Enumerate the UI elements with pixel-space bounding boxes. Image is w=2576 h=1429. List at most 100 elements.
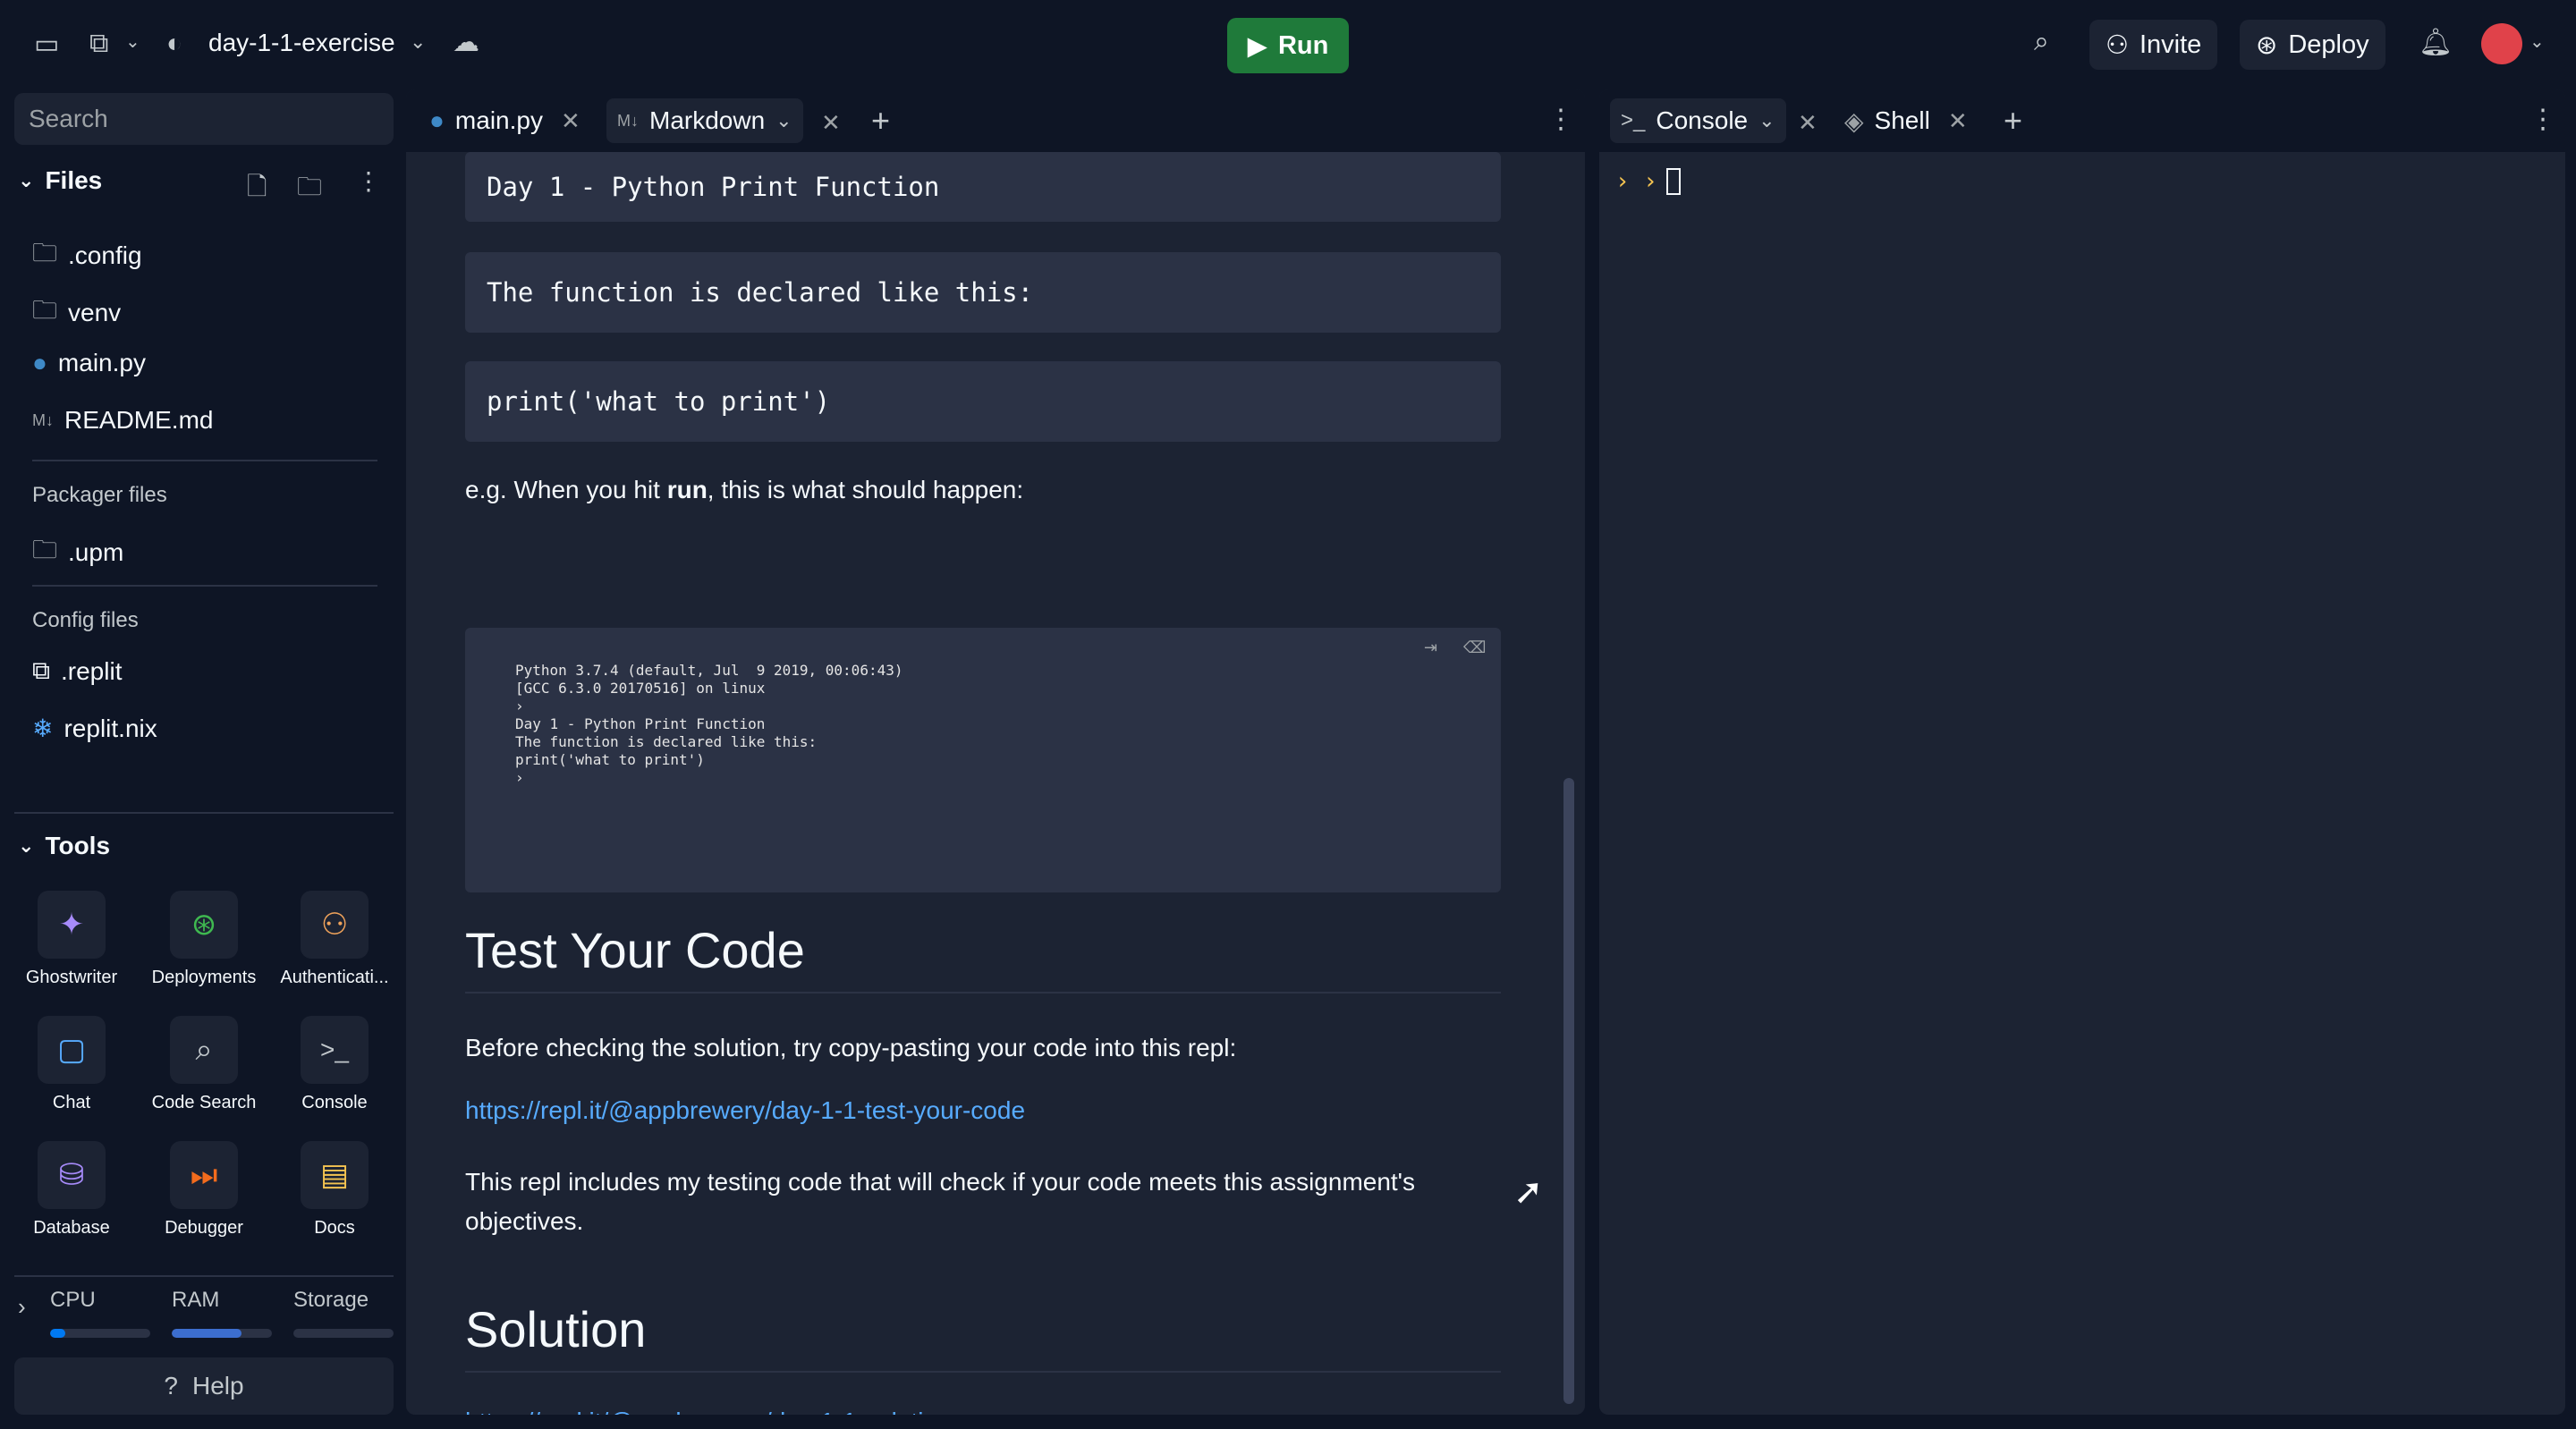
tab-label: main.py <box>454 106 543 134</box>
tool-debugger[interactable]: ⏭ Debugger <box>138 1141 270 1239</box>
tool-code-search[interactable]: ⌕ Code Search <box>138 1016 270 1113</box>
paragraph: Before checking the solution, try copy-p… <box>465 1034 1237 1061</box>
help-button[interactable]: ? Help <box>14 1357 394 1415</box>
code-block: print('what to print') <box>465 361 1501 442</box>
ram-meter <box>172 1329 272 1338</box>
ghostwriter-icon: ✦ <box>38 891 106 959</box>
more-options-icon[interactable]: ⋮ <box>2529 104 2556 135</box>
example-prefix: e.g. When you hit <box>465 476 667 503</box>
bell-icon[interactable]: 🔔︎ <box>2419 27 2453 58</box>
tab-label: Shell <box>1874 106 1930 134</box>
markdown-preview: Day 1 - Python Print Function The functi… <box>406 152 1569 1415</box>
more-options-icon[interactable]: ⋮ <box>1547 104 1574 135</box>
add-tab-icon[interactable]: + <box>871 102 890 140</box>
tool-label: Chat <box>52 1093 91 1112</box>
chevron-down-icon: ⌄ <box>18 169 35 191</box>
replit-logo-icon[interactable]: ⧉ <box>89 29 108 59</box>
tool-ghostwriter[interactable]: ✦ Ghostwriter <box>5 891 138 988</box>
solution-link[interactable]: https://repl.it/@appbrewery/day-1-1-solu… <box>465 1408 952 1415</box>
deploy-icon: ⊛ <box>2256 30 2278 60</box>
tab-label: Console <box>1656 106 1749 134</box>
invite-button[interactable]: ⚇ Invite <box>2089 20 2218 70</box>
auth-icon: ⚇ <box>301 891 369 959</box>
close-icon[interactable]: ✕ <box>1798 109 1818 137</box>
code-block: Day 1 - Python Print Function <box>465 152 1501 222</box>
search-input[interactable]: Search <box>14 93 394 145</box>
tools-header[interactable]: ⌄ Tools <box>18 832 110 860</box>
close-icon[interactable]: ✕ <box>1948 107 1968 135</box>
chevron-down-icon[interactable]: ⌄ <box>125 30 140 53</box>
tool-docs[interactable]: ▤ Docs <box>268 1141 401 1239</box>
chevron-down-icon[interactable]: ⌄ <box>1758 109 1775 132</box>
mouse-cursor-icon: ➚ <box>1513 1172 1544 1212</box>
project-name[interactable]: day-1-1-exercise <box>208 29 395 57</box>
file-readme[interactable]: M↓ README.md <box>32 406 213 435</box>
avatar[interactable] <box>2481 23 2522 64</box>
cloud-sync-icon[interactable]: ☁ <box>453 27 479 58</box>
config-files-label: Config files <box>32 608 139 632</box>
file-replit[interactable]: ⧉ .replit <box>32 656 122 686</box>
markdown-icon: M↓ <box>617 111 639 130</box>
test-code-link[interactable]: https://repl.it/@appbrewery/day-1-1-test… <box>465 1096 1025 1125</box>
play-icon: ▶ <box>1247 31 1267 61</box>
project-chevron-icon[interactable]: ⌄ <box>410 30 426 54</box>
tab-console[interactable]: >_ Console ⌄ <box>1610 98 1786 143</box>
heading-solution: Solution <box>465 1300 1501 1373</box>
tool-label: Deployments <box>151 968 257 987</box>
code-block: The function is declared like this: <box>465 252 1501 333</box>
cpu-meter <box>50 1329 150 1338</box>
project-icon: ◐ <box>166 29 183 58</box>
file-config[interactable]: 🗀︎ .config <box>32 234 142 277</box>
search-icon[interactable]: ⌕ <box>2034 27 2049 57</box>
console-icon: >_ <box>301 1016 369 1084</box>
cpu-label: CPU <box>50 1288 96 1312</box>
text-cursor <box>1665 168 1681 195</box>
tool-deployments[interactable]: ⊛ Deployments <box>138 891 270 988</box>
python-icon: ● <box>429 106 445 134</box>
close-icon[interactable]: ✕ <box>561 107 580 135</box>
file-venv[interactable]: 🗀︎ venv <box>32 292 121 334</box>
chevron-down-icon[interactable]: ⌄ <box>775 109 792 132</box>
add-tab-icon[interactable]: + <box>2004 102 2022 140</box>
terminal-text: Python 3.7.4 (default, Jul 9 2019, 00:06… <box>515 662 903 786</box>
deploy-button[interactable]: ⊛ Deploy <box>2240 20 2385 70</box>
tool-chat[interactable]: ▢ Chat <box>5 1016 138 1113</box>
scrollbar[interactable] <box>1563 778 1574 1404</box>
file-replit-nix[interactable]: ❄ replit.nix <box>32 714 157 743</box>
file-name: main.py <box>57 349 146 376</box>
new-folder-icon[interactable]: 🗀︎ <box>297 168 322 211</box>
tab-main-py[interactable]: ● main.py ✕ <box>419 98 591 143</box>
markdown-icon: M↓ <box>32 410 54 429</box>
debugger-icon: ⏭ <box>170 1141 238 1209</box>
clear-icon: ⌫ <box>1463 638 1487 656</box>
files-title: Files <box>45 166 103 194</box>
file-main-py[interactable]: ● main.py <box>32 349 146 377</box>
chevron-right-icon[interactable]: › <box>18 1293 26 1321</box>
file-upm[interactable]: 🗀︎ .upm <box>32 531 123 574</box>
tool-database[interactable]: ⛁ Database <box>5 1141 138 1239</box>
folder-icon: 🗀︎ <box>32 296 58 324</box>
run-button[interactable]: ▶ Run <box>1227 18 1349 73</box>
more-options-icon[interactable]: ⋮ <box>356 166 381 196</box>
files-header[interactable]: ⌄ Files <box>18 166 102 195</box>
paragraph: This repl includes my testing code that … <box>465 1168 1416 1235</box>
sidebar-toggle-icon[interactable]: ▭ <box>34 29 59 60</box>
tool-console[interactable]: >_ Console <box>268 1016 401 1113</box>
shell-icon: ◈ <box>1844 106 1864 135</box>
nix-icon: ❄ <box>32 714 54 742</box>
divider <box>32 460 377 461</box>
tab-shell[interactable]: ◈ Shell ✕ <box>1834 98 1979 143</box>
new-file-icon[interactable]: 🗋︎ <box>247 168 267 211</box>
avatar-chevron-icon[interactable]: ⌄ <box>2529 30 2545 53</box>
tool-label: Docs <box>314 1218 355 1238</box>
console-prompt[interactable]: › › <box>1615 168 1681 195</box>
file-name: README.md <box>64 406 214 434</box>
close-icon[interactable]: ✕ <box>821 109 841 137</box>
run-label: Run <box>1277 30 1329 60</box>
tool-authentication[interactable]: ⚇ Authenticati... <box>268 891 401 988</box>
console-tabs: >_ Console ⌄ ✕ ◈ Shell ✕ + ⋮ <box>1599 89 2565 152</box>
tool-label: Code Search <box>151 1093 257 1112</box>
file-name: .replit <box>61 656 123 685</box>
tab-markdown[interactable]: M↓ Markdown ⌄ <box>606 98 803 143</box>
expand-icon: ⇥ <box>1424 638 1438 656</box>
